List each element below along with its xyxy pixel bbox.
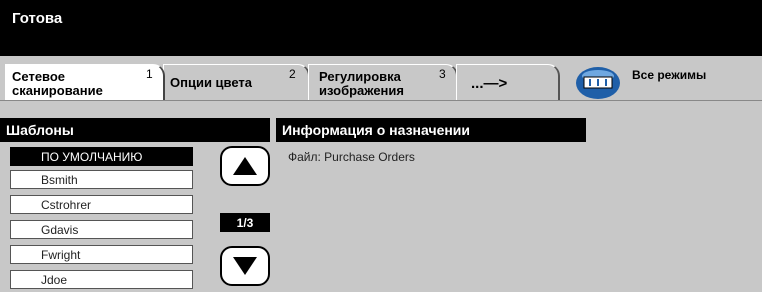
destination-file: Файл: Purchase Orders [288, 150, 415, 164]
tab-number: 1 [146, 67, 153, 81]
scroll-down-button[interactable] [220, 246, 270, 286]
template-item[interactable]: Jdoe [10, 270, 193, 289]
all-modes-icon [576, 67, 620, 99]
tab-label: Опции цвета [170, 75, 253, 90]
tab-number: 3 [439, 67, 446, 81]
tab-label: Регулировка изображения [319, 69, 404, 98]
scroll-up-button[interactable] [220, 146, 270, 186]
tab-number: 2 [289, 67, 296, 81]
tab-image-adjustment[interactable]: Регулировка изображения 3 [308, 64, 458, 100]
template-item-default[interactable]: ПО УМОЛЧАНИЮ [10, 147, 193, 166]
tab-label: Сетевое сканирование [12, 69, 103, 98]
more-arrow-icon: ...—> [471, 75, 508, 92]
tab-bar: Сетевое сканирование 1 Опции цвета 2 Рег… [0, 56, 762, 100]
tab-network-scanning[interactable]: Сетевое сканирование 1 [5, 64, 165, 100]
template-item[interactable]: Gdavis [10, 220, 193, 239]
main-content: Шаблоны ПО УМОЛЧАНИЮ Bsmith Cstrohrer Gd… [0, 101, 762, 292]
template-item[interactable]: Bsmith [10, 170, 193, 189]
status-text: Готова [12, 10, 63, 27]
tab-color-options[interactable]: Опции цвета 2 [163, 64, 310, 100]
arrow-down-icon [233, 257, 257, 275]
destination-title: Информация о назначении [276, 118, 586, 142]
all-modes-button[interactable]: Все режимы [570, 64, 762, 100]
template-item[interactable]: Cstrohrer [10, 195, 193, 214]
destination-panel: Информация о назначении Файл: Purchase O… [276, 118, 586, 292]
template-item[interactable]: Fwright [10, 245, 193, 264]
status-bar: Готова [0, 0, 762, 56]
page-indicator: 1/3 [220, 213, 270, 232]
arrow-up-icon [233, 157, 257, 175]
templates-title: Шаблоны [0, 118, 270, 142]
tab-more[interactable]: ...—> [456, 64, 560, 100]
all-modes-label: Все режимы [632, 68, 707, 82]
